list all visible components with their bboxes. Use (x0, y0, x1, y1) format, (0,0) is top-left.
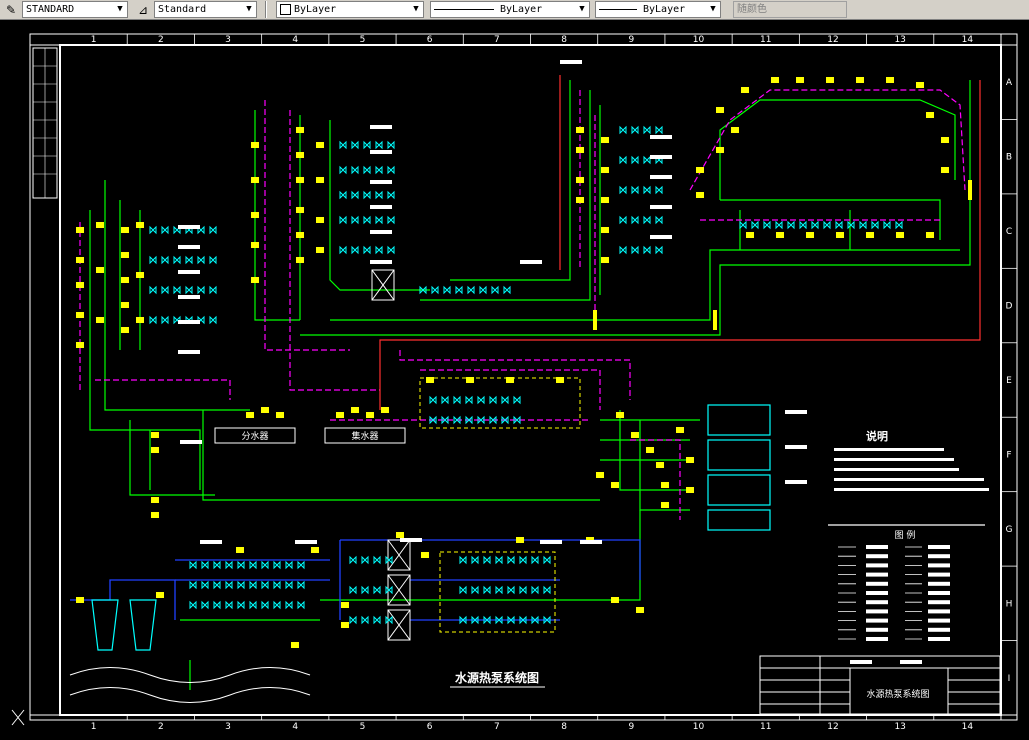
chevron-down-icon[interactable]: ▼ (409, 2, 423, 17)
notes-title: 说明 (866, 429, 888, 443)
grid-column-label: 14 (962, 722, 974, 732)
grid-row-label: F (1006, 450, 1011, 460)
text-style-combo[interactable]: STANDARD ▼ (22, 1, 128, 18)
title-block-name: 水源热泵系统图 (866, 688, 929, 700)
grid-column-label: 8 (561, 722, 567, 732)
grid-column-label: 8 (561, 35, 567, 45)
color-combo[interactable]: ByLayer ▼ (276, 1, 424, 18)
heat-exchanger-boxes (371, 269, 411, 641)
drawing-title: 水源热泵系统图 (455, 670, 539, 685)
grid-column-labels-top: 1 2 3 4 5 6 7 8 9 10 11 12 13 14 (91, 34, 974, 45)
grid-column-labels-bottom: 1 2 3 4 5 6 7 8 9 10 11 12 13 14 (91, 715, 974, 732)
linetype-combo[interactable]: ByLayer ▼ (430, 1, 590, 18)
grid-column-label: 9 (628, 35, 634, 45)
chevron-down-icon[interactable]: ▼ (113, 2, 127, 17)
distributor-block: 分水器 (214, 427, 296, 444)
chevron-down-icon[interactable]: ▼ (706, 2, 720, 17)
grid-column-label: 3 (225, 35, 231, 45)
dim-style-value: Standard (158, 4, 207, 15)
chevron-down-icon[interactable]: ▼ (242, 2, 256, 17)
grid-row-label: E (1006, 376, 1012, 386)
grid-column-label: 3 (225, 722, 231, 732)
yellow-components (76, 77, 972, 648)
grid-row-label: B (1006, 153, 1012, 163)
properties-toolbar: ✎ STANDARD ▼ ⊿ Standard ▼ ByLayer ▼ ByLa… (0, 0, 1029, 20)
grid-column-label: 1 (91, 35, 97, 45)
lineweight-combo[interactable]: ByLayer ▼ (595, 1, 721, 18)
grid-column-label: 11 (760, 35, 771, 45)
legend-title: 图 例 (895, 529, 916, 541)
grid-column-label: 12 (827, 722, 838, 732)
lineweight-sample-icon (599, 8, 637, 10)
grid-column-label: 12 (827, 35, 838, 45)
grid-row-label: I (1008, 674, 1011, 684)
grid-column-label: 10 (693, 35, 705, 45)
notes-block: 说明 (834, 429, 989, 491)
grid-column-label: 13 (894, 35, 905, 45)
color-swatch-icon (280, 3, 291, 15)
grid-column-label: 1 (91, 722, 97, 732)
grid-row-label: A (1006, 78, 1013, 88)
grid-column-label: 6 (427, 722, 433, 732)
grid-column-label: 4 (292, 722, 298, 732)
linetype-sample-icon (434, 8, 494, 10)
grid-column-label: 9 (628, 722, 634, 732)
chevron-down-icon[interactable]: ▼ (575, 2, 589, 17)
drawing-frame-outer (29, 33, 1018, 721)
piping-red (379, 75, 981, 410)
grid-column-label: 6 (427, 35, 433, 45)
grid-row-label: D (1006, 302, 1013, 312)
grid-column-label: 2 (158, 35, 164, 45)
ucs-icon (11, 709, 25, 726)
toolbar-separator (265, 1, 267, 18)
title-block (759, 655, 1001, 715)
drawing-frame-inner (59, 44, 1002, 716)
cyan-valves (149, 125, 903, 625)
grid-column-label: 10 (693, 722, 705, 732)
text-style-icon[interactable]: ✎ (2, 1, 20, 18)
collector-label: 集水器 (351, 430, 378, 442)
drawing-canvas[interactable]: 1 2 3 4 5 6 7 8 9 10 11 12 13 14 1 2 3 4 5 6 7 8 9 10 11 12 13 14 … (0, 20, 1029, 740)
grid-column-label: 5 (360, 722, 366, 732)
piping-green (89, 80, 971, 690)
grid-column-label: 5 (360, 35, 366, 45)
plot-style-combo: 随颜色 (733, 1, 847, 18)
dim-style-combo[interactable]: Standard ▼ (154, 1, 257, 18)
grid-row-labels: A B C D E F G H I (1001, 78, 1017, 684)
grid-column-label: 4 (292, 35, 298, 45)
grid-column-label: 7 (494, 722, 500, 732)
grid-row-label: H (1006, 599, 1013, 609)
grid-column-label: 2 (158, 722, 164, 732)
water-source-wells (91, 599, 157, 651)
grid-column-label: 13 (894, 722, 905, 732)
piping-yellow-dashed (419, 377, 581, 633)
color-value: ByLayer (294, 4, 337, 15)
piping-magenta (79, 89, 966, 520)
linetype-value: ByLayer (500, 4, 543, 15)
water-tanks (707, 404, 771, 531)
distributor-label: 分水器 (241, 430, 268, 442)
legend-table: 图 例 (828, 524, 985, 641)
text-style-value: STANDARD (26, 4, 75, 15)
dim-style-icon[interactable]: ⊿ (134, 1, 152, 18)
grid-column-label: 11 (760, 722, 771, 732)
grid-row-label: G (1006, 525, 1013, 535)
collector-block: 集水器 (324, 427, 406, 444)
grid-row-label: C (1006, 227, 1012, 237)
lineweight-value: ByLayer (643, 4, 686, 15)
plot-style-value: 随颜色 (737, 4, 767, 15)
grid-column-label: 7 (494, 35, 500, 45)
grid-column-label: 14 (962, 35, 974, 45)
